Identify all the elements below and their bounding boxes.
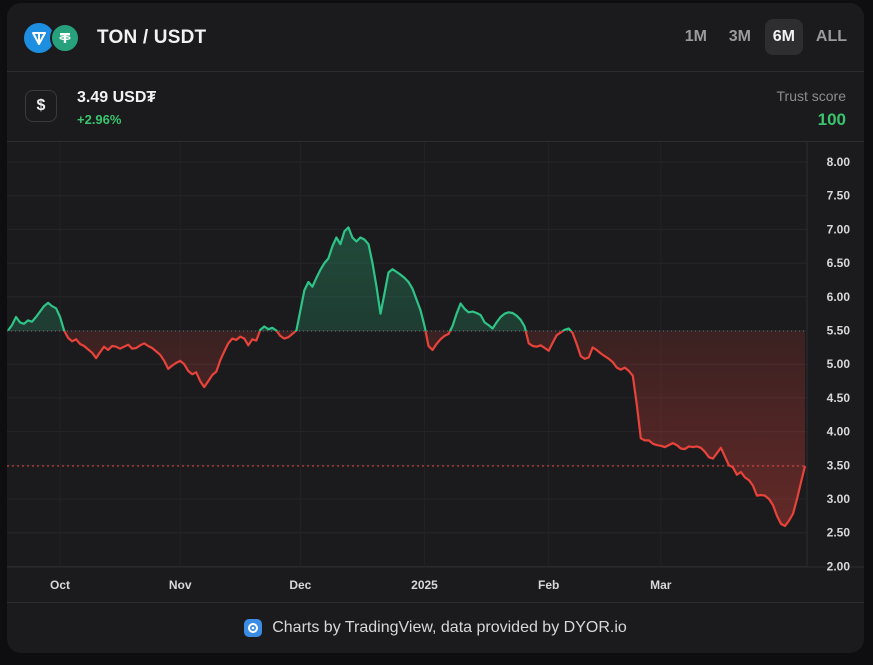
y-tick-label: 7.00 bbox=[827, 222, 851, 236]
price-row: $ 3.49 USD₮ +2.96% Trust score 100 bbox=[7, 72, 864, 142]
current-price: 3.49 USD₮ bbox=[77, 89, 157, 106]
chart-footer: Charts by TradingView, data provided by … bbox=[7, 603, 864, 653]
y-tick-label: 5.00 bbox=[827, 357, 851, 371]
y-tick-label: 5.50 bbox=[827, 324, 851, 338]
x-tick-label: Oct bbox=[50, 578, 70, 592]
x-tick-label: Mar bbox=[650, 578, 672, 592]
x-tick-label: Dec bbox=[289, 578, 311, 592]
price-chart-card: TON / USDT 1M 3M 6M ALL $ 3.49 USD₮ +2.9… bbox=[7, 3, 864, 653]
price-chart[interactable]: 2.00 2.50 3.00 3.50 4.00 4.50 5.00 5.50 6.00 6.50… bbox=[7, 142, 864, 602]
y-tick-label: 6.00 bbox=[827, 290, 851, 304]
y-tick-label: 2.00 bbox=[827, 559, 851, 573]
y-tick-label: 4.00 bbox=[827, 425, 851, 439]
y-tick-label: 4.50 bbox=[827, 391, 851, 405]
trust-score-label: Trust score bbox=[776, 88, 847, 104]
area-below-baseline bbox=[8, 331, 805, 526]
range-tabs: 1M 3M 6M ALL bbox=[677, 19, 854, 55]
range-tab-3m[interactable]: 3M bbox=[721, 19, 759, 55]
y-tick-label: 8.00 bbox=[827, 155, 851, 169]
x-tick-label: Nov bbox=[169, 578, 192, 592]
y-tick-label: 3.50 bbox=[827, 458, 851, 472]
y-tick-label: 3.00 bbox=[827, 492, 851, 506]
dollar-icon: $ bbox=[25, 90, 57, 122]
range-tab-all[interactable]: ALL bbox=[809, 19, 854, 55]
tether-icon bbox=[50, 23, 80, 53]
trust-score-value: 100 bbox=[817, 110, 846, 129]
pair-title: TON / USDT bbox=[97, 27, 207, 48]
range-tab-1m[interactable]: 1M bbox=[677, 19, 715, 55]
x-tick-label: Feb bbox=[538, 578, 559, 592]
y-tick-label: 7.50 bbox=[827, 189, 851, 203]
tradingview-icon[interactable] bbox=[244, 619, 263, 637]
x-tick-label: 2025 bbox=[411, 578, 438, 592]
data-credit[interactable]: Charts by TradingView, data provided by … bbox=[272, 619, 627, 637]
range-tab-6m[interactable]: 6M bbox=[764, 19, 803, 55]
price-change: +2.96% bbox=[77, 112, 122, 127]
chart-header: TON / USDT 1M 3M 6M ALL bbox=[7, 3, 864, 71]
y-tick-label: 2.50 bbox=[827, 526, 851, 540]
y-tick-label: 6.50 bbox=[827, 256, 851, 270]
